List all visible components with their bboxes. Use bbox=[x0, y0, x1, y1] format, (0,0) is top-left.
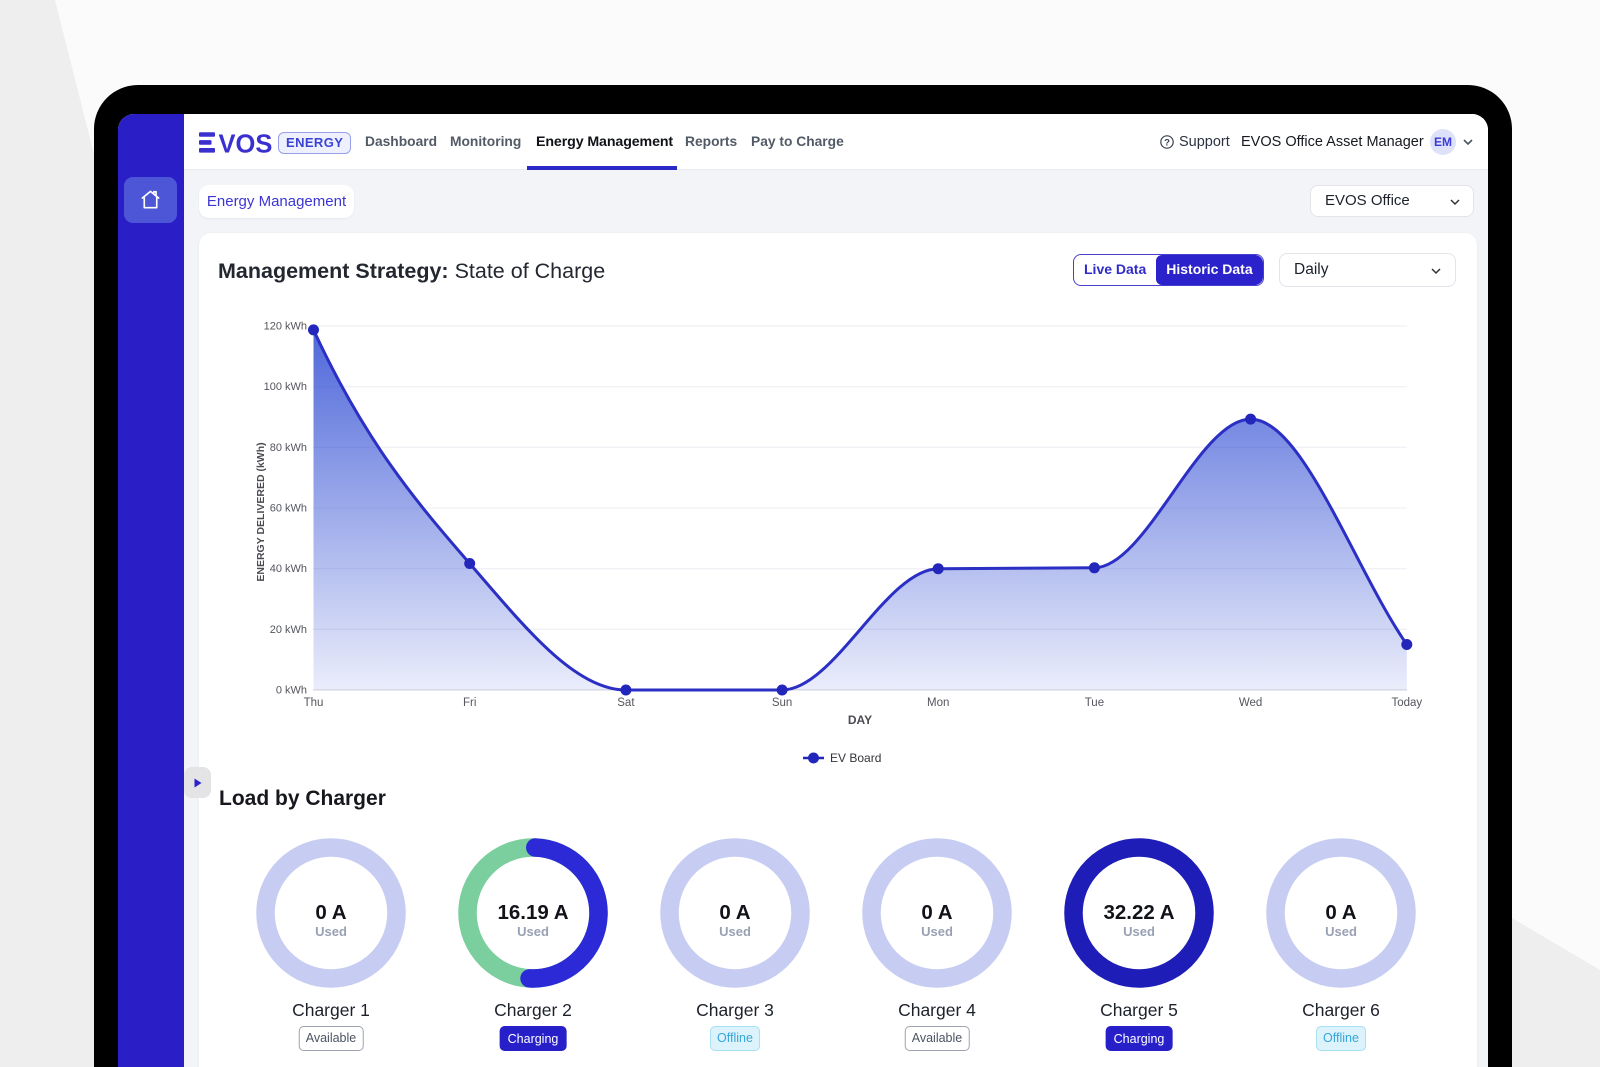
svg-text:80 kWh: 80 kWh bbox=[270, 442, 307, 454]
svg-text:100 kWh: 100 kWh bbox=[264, 381, 307, 393]
svg-text:Today: Today bbox=[1391, 697, 1422, 709]
svg-text:Fri: Fri bbox=[463, 697, 476, 709]
svg-text:60 kWh: 60 kWh bbox=[270, 503, 307, 515]
svg-text:Sun: Sun bbox=[772, 697, 792, 709]
svg-text:40 kWh: 40 kWh bbox=[270, 563, 307, 575]
svg-text:Sat: Sat bbox=[617, 697, 635, 709]
svg-text:DAY: DAY bbox=[848, 713, 872, 727]
svg-text:VOS: VOS bbox=[219, 130, 273, 156]
svg-text:Tue: Tue bbox=[1085, 697, 1104, 709]
svg-text:ENERGY DELIVERED (kWh): ENERGY DELIVERED (kWh) bbox=[255, 442, 267, 581]
svg-text:20 kWh: 20 kWh bbox=[270, 624, 307, 636]
svg-text:EV Board: EV Board bbox=[830, 751, 881, 765]
svg-text:Thu: Thu bbox=[304, 697, 324, 709]
svg-text:Wed: Wed bbox=[1239, 697, 1262, 709]
svg-text:Mon: Mon bbox=[927, 697, 949, 709]
svg-text:120 kWh: 120 kWh bbox=[264, 321, 307, 333]
svg-text:0 kWh: 0 kWh bbox=[276, 685, 307, 697]
svg-text:?: ? bbox=[1164, 138, 1170, 149]
